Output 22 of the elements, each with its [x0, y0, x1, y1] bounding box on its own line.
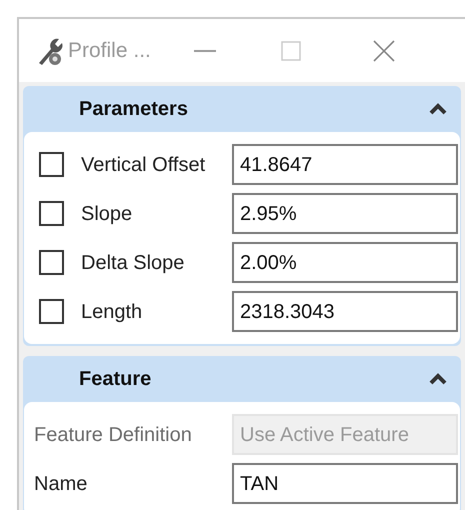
parameter-label: Length	[81, 300, 142, 324]
value-field[interactable]: 41.8647	[232, 144, 458, 185]
parameter-label: Vertical Offset	[81, 152, 206, 178]
parameter-label: Delta Slope	[81, 250, 184, 276]
window-title: Profile ...	[68, 38, 151, 64]
field-label: Feature Definition	[34, 422, 192, 448]
section-title: Parameters	[79, 97, 188, 122]
collapse-caret-icon[interactable]	[429, 373, 447, 385]
value-field[interactable]: 2318.3043	[232, 291, 458, 332]
checkbox[interactable]	[39, 201, 64, 226]
checkbox[interactable]	[39, 299, 64, 324]
minimize-icon[interactable]	[194, 48, 216, 52]
close-icon[interactable]	[372, 40, 395, 62]
field-label: Name	[34, 472, 88, 496]
collapse-caret-icon[interactable]	[429, 103, 447, 115]
value-field[interactable]: 2.95%	[232, 193, 458, 234]
parameter-label: Slope	[81, 202, 132, 226]
checkbox[interactable]	[39, 152, 64, 177]
checkbox[interactable]	[39, 250, 64, 275]
value-field[interactable]: TAN	[232, 463, 458, 504]
value-field[interactable]: 2.00%	[232, 242, 458, 283]
section-title: Feature	[79, 367, 152, 392]
